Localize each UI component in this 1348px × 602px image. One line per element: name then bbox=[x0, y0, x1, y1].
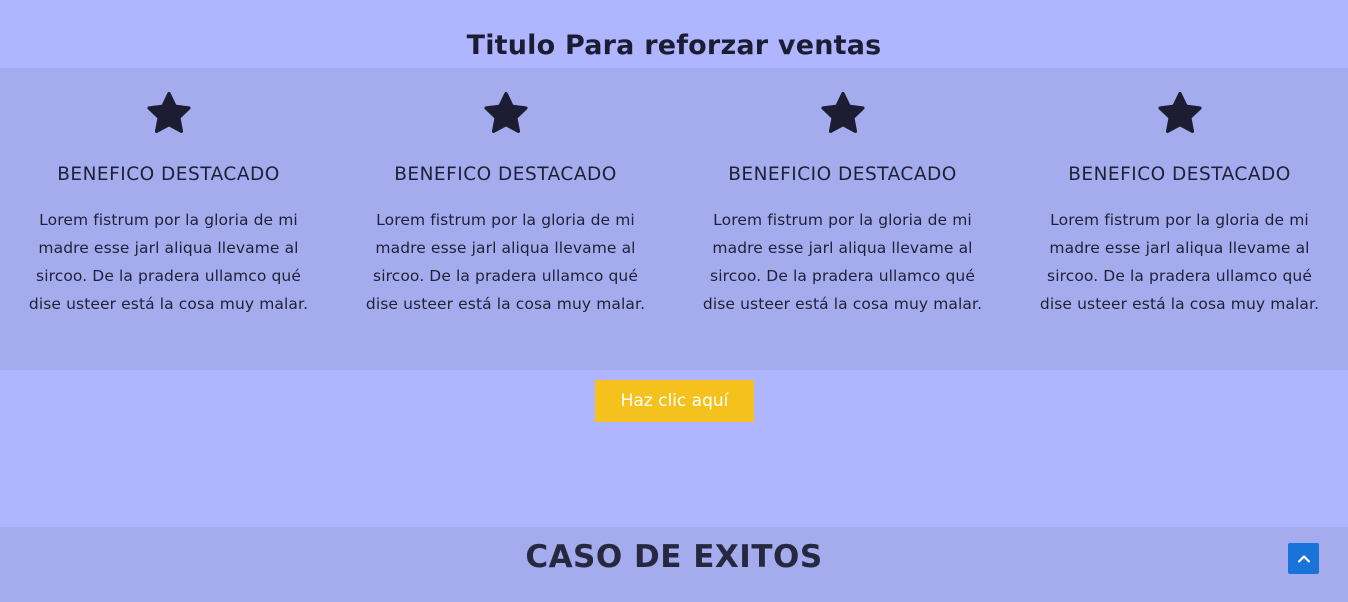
cta-button[interactable]: Haz clic aquí bbox=[595, 380, 754, 422]
star-icon bbox=[820, 91, 865, 133]
page: Titulo Para reforzar ventas BENEFICO DES… bbox=[0, 0, 1348, 602]
scroll-to-top-button[interactable] bbox=[1288, 543, 1319, 574]
section-title: Titulo Para reforzar ventas bbox=[466, 30, 882, 61]
benefit-title: BENEFICO DESTACADO bbox=[1068, 164, 1291, 185]
benefit-title: BENEFICIO DESTACADO bbox=[728, 164, 957, 185]
cases-title: CASO DE EXITOS bbox=[525, 539, 823, 575]
star-icon bbox=[483, 91, 528, 133]
benefits-section: BENEFICO DESTACADO Lorem fistrum por la … bbox=[0, 68, 1348, 370]
benefit-text: Lorem fistrum por la gloria de mi madre … bbox=[702, 211, 983, 313]
star-icon bbox=[1157, 91, 1202, 133]
benefit-title: BENEFICO DESTACADO bbox=[394, 164, 617, 185]
success-cases-section: CASO DE EXITOS bbox=[0, 527, 1348, 602]
benefit-card: BENEFICO DESTACADO Lorem fistrum por la … bbox=[0, 68, 337, 370]
benefit-card: BENEFICIO DESTACADO Lorem fistrum por la… bbox=[674, 68, 1011, 370]
star-icon bbox=[146, 91, 191, 133]
benefit-card: BENEFICO DESTACADO Lorem fistrum por la … bbox=[337, 68, 674, 370]
benefit-text: Lorem fistrum por la gloria de mi madre … bbox=[365, 211, 646, 313]
benefit-text: Lorem fistrum por la gloria de mi madre … bbox=[1039, 211, 1320, 313]
benefit-title: BENEFICO DESTACADO bbox=[57, 164, 280, 185]
chevron-up-icon bbox=[1297, 554, 1310, 563]
benefit-card: BENEFICO DESTACADO Lorem fistrum por la … bbox=[1011, 68, 1348, 370]
benefit-text: Lorem fistrum por la gloria de mi madre … bbox=[28, 211, 309, 313]
